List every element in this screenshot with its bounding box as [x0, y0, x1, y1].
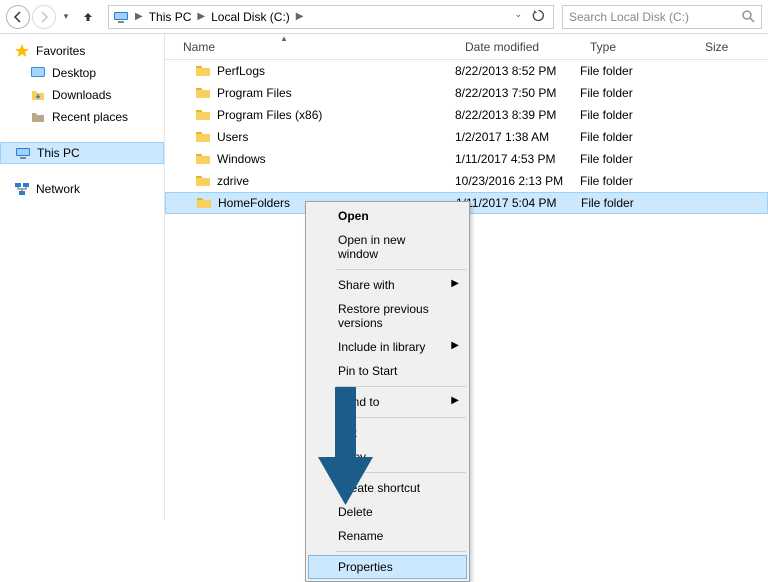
menu-item[interactable]: Open [308, 204, 467, 228]
folder-icon [195, 85, 211, 101]
file-name: PerfLogs [217, 64, 265, 78]
file-row[interactable]: Users 1/2/2017 1:38 AMFile folder [165, 126, 768, 148]
menu-item[interactable]: Rename [308, 524, 467, 548]
file-row[interactable]: Windows 1/11/2017 4:53 PMFile folder [165, 148, 768, 170]
file-type: File folder [580, 64, 695, 78]
file-date: 1/2/2017 1:38 AM [455, 130, 580, 144]
submenu-arrow-icon: ▶ [451, 340, 459, 351]
chevron-right-icon[interactable]: ▶ [195, 11, 207, 22]
file-date: 8/22/2013 8:52 PM [455, 64, 580, 78]
menu-item[interactable]: Copy [308, 445, 467, 469]
folder-icon [195, 129, 211, 145]
column-headers: Name Date modified Type Size [165, 34, 768, 60]
star-icon [14, 43, 30, 59]
menu-separator [336, 551, 466, 552]
column-header-name[interactable]: Name [165, 40, 455, 54]
address-bar[interactable]: ▶ This PC ▶ Local Disk (C:) ▶ ⌄ [108, 5, 554, 29]
file-row[interactable]: Program Files (x86) 8/22/2013 8:39 PMFile… [165, 104, 768, 126]
menu-item[interactable]: Delete [308, 500, 467, 524]
search-input[interactable]: Search Local Disk (C:) [562, 5, 762, 29]
breadcrumb-this-pc[interactable]: This PC [145, 10, 196, 24]
column-header-size[interactable]: Size [695, 40, 768, 54]
column-header-date[interactable]: Date modified [455, 40, 580, 54]
file-list: PerfLogs8/22/2013 8:52 PMFile folderProg… [165, 60, 768, 214]
folder-icon [195, 63, 211, 79]
sidebar-item-recent-places[interactable]: Recent places [0, 106, 164, 128]
navigation-pane: Favorites Desktop Downloads Recent place… [0, 34, 165, 519]
file-name: zdrive [217, 174, 249, 188]
menu-item[interactable]: Open in new window [308, 228, 467, 266]
chevron-right-icon[interactable]: ▶ [133, 11, 145, 22]
folder-icon [196, 195, 212, 211]
folder-icon [195, 151, 211, 167]
file-type: File folder [580, 174, 695, 188]
column-header-type[interactable]: Type [580, 40, 695, 54]
file-row[interactable]: Program Files 8/22/2013 7:50 PMFile folde… [165, 82, 768, 104]
file-type: File folder [580, 108, 695, 122]
file-name: Program Files (x86) [217, 108, 322, 122]
network-icon [14, 181, 30, 197]
file-row[interactable]: zdrive 10/23/2016 2:13 PMFile folder [165, 170, 768, 192]
menu-item[interactable]: Pin to Start [308, 359, 467, 383]
sidebar-item-downloads[interactable]: Downloads [0, 84, 164, 106]
menu-item[interactable]: Properties [308, 555, 467, 579]
file-name: Users [217, 130, 248, 144]
sort-indicator-icon: ▲ [280, 34, 288, 43]
file-type: File folder [580, 86, 695, 100]
sidebar-this-pc[interactable]: This PC [0, 142, 164, 164]
menu-item[interactable]: Cut [308, 421, 467, 445]
menu-item[interactable]: Restore previous versions [308, 297, 467, 335]
menu-item[interactable]: Create shortcut [308, 476, 467, 500]
folder-icon [195, 107, 211, 123]
pc-icon [15, 145, 31, 161]
back-button[interactable] [6, 5, 30, 29]
sidebar-favorites[interactable]: Favorites [0, 40, 164, 62]
file-type: File folder [580, 152, 695, 166]
submenu-arrow-icon: ▶ [451, 278, 459, 289]
menu-item[interactable]: Include in library▶ [308, 335, 467, 359]
file-name: Windows [217, 152, 266, 166]
chevron-right-icon[interactable]: ▶ [294, 11, 306, 22]
file-row[interactable]: PerfLogs 8/22/2013 8:52 PMFile folder [165, 60, 768, 82]
file-name: Program Files [217, 86, 292, 100]
address-dropdown-icon[interactable]: ⌄ [514, 9, 522, 25]
toolbar: ▾ ▶ This PC ▶ Local Disk (C:) ▶ ⌄ Search… [0, 0, 768, 34]
up-button[interactable] [76, 5, 100, 29]
submenu-arrow-icon: ▶ [451, 395, 459, 406]
file-name: HomeFolders [218, 196, 290, 210]
menu-separator [336, 269, 466, 270]
recent-icon [30, 109, 46, 125]
refresh-icon[interactable] [532, 9, 545, 25]
folder-icon [195, 173, 211, 189]
file-date: 1/11/2017 5:04 PM [456, 196, 581, 210]
file-type: File folder [580, 130, 695, 144]
sidebar-item-desktop[interactable]: Desktop [0, 62, 164, 84]
file-date: 1/11/2017 4:53 PM [455, 152, 580, 166]
menu-item[interactable]: Share with▶ [308, 273, 467, 297]
forward-button[interactable] [32, 5, 56, 29]
desktop-icon [30, 65, 46, 81]
context-menu: OpenOpen in new window Share with▶Restore… [305, 201, 470, 582]
downloads-icon [30, 87, 46, 103]
search-placeholder: Search Local Disk (C:) [569, 10, 689, 24]
favorites-label: Favorites [36, 44, 85, 58]
recent-locations-dropdown[interactable]: ▾ [58, 5, 74, 29]
menu-separator [336, 386, 466, 387]
menu-separator [336, 472, 466, 473]
pc-icon [113, 9, 129, 25]
breadcrumb-local-disk[interactable]: Local Disk (C:) [207, 10, 294, 24]
file-date: 8/22/2013 7:50 PM [455, 86, 580, 100]
sidebar-network[interactable]: Network [0, 178, 164, 200]
menu-item[interactable]: Send to▶ [308, 390, 467, 414]
file-date: 10/23/2016 2:13 PM [455, 174, 580, 188]
menu-separator [336, 417, 466, 418]
search-icon [742, 10, 755, 23]
breadcrumb: This PC ▶ Local Disk (C:) ▶ [145, 10, 306, 24]
file-date: 8/22/2013 8:39 PM [455, 108, 580, 122]
file-type: File folder [581, 196, 696, 210]
